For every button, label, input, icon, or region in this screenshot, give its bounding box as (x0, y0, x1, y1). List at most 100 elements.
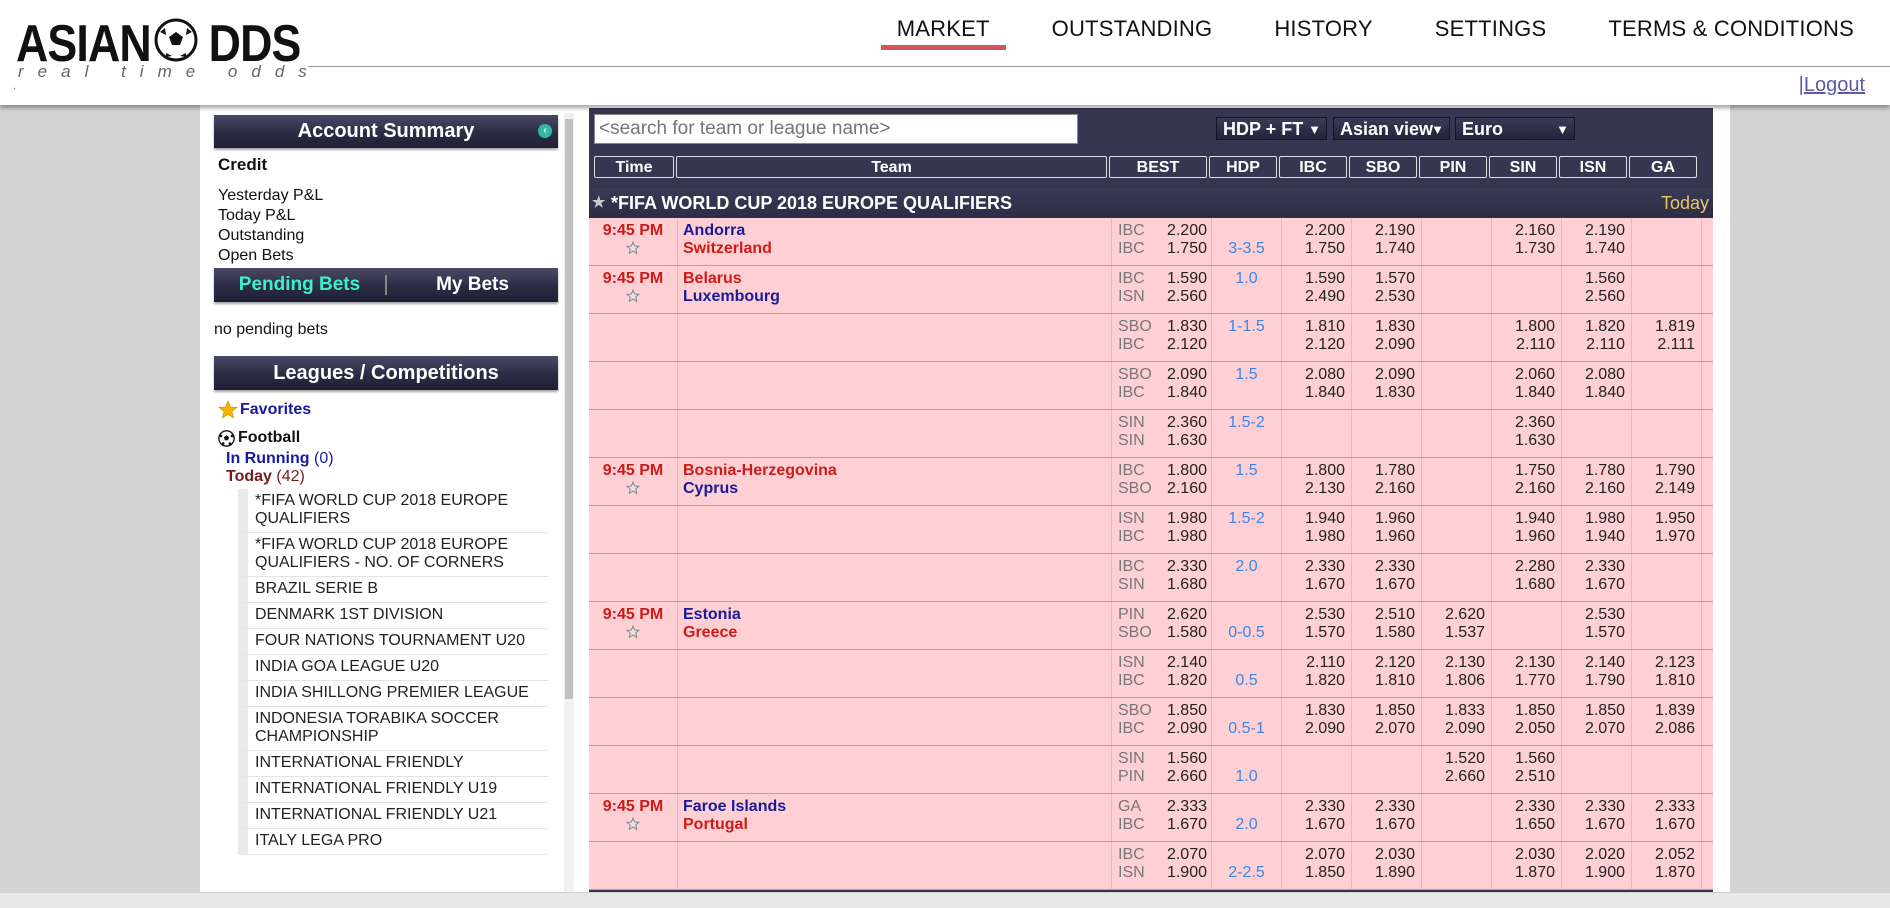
best-odds-value[interactable]: 2.090 (1167, 366, 1207, 384)
odds-value[interactable]: 2.360 (1492, 414, 1555, 432)
odds-value[interactable]: 1.833 (1422, 702, 1485, 720)
odds-value[interactable]: 2.200 (1282, 222, 1345, 240)
odds-value[interactable]: 1.580 (1352, 624, 1415, 642)
odds-value[interactable]: 2.560 (1562, 288, 1625, 306)
odds-value[interactable]: 2.330 (1282, 558, 1345, 576)
odds-value[interactable]: 2.660 (1422, 768, 1485, 786)
odds-value[interactable]: 1.890 (1352, 864, 1415, 882)
odds-value[interactable]: 1.670 (1352, 816, 1415, 834)
best-odds-value[interactable]: 2.140 (1167, 654, 1207, 672)
odds-value[interactable]: 1.830 (1282, 702, 1345, 720)
in-running-link[interactable]: In Running (0) (226, 450, 334, 468)
odds-value[interactable]: 2.620 (1422, 606, 1485, 624)
odds-value[interactable]: 2.530 (1352, 288, 1415, 306)
odds-value[interactable]: 1.670 (1352, 576, 1415, 594)
odds-value[interactable]: 2.190 (1352, 222, 1415, 240)
league-list-item[interactable]: FOUR NATIONS TOURNAMENT U20 (238, 629, 548, 655)
best-odds-value[interactable]: 1.980 (1167, 528, 1207, 546)
odds-value[interactable]: 1.960 (1492, 528, 1555, 546)
odds-value[interactable]: 2.190 (1562, 222, 1625, 240)
odds-value[interactable]: 2.333 (1632, 798, 1695, 816)
odds-value[interactable]: 1.800 (1492, 318, 1555, 336)
home-team-name[interactable]: Bosnia-Herzegovina (683, 462, 1111, 480)
odds-value[interactable]: 2.510 (1352, 606, 1415, 624)
odds-value[interactable]: 1.810 (1352, 672, 1415, 690)
column-header-pin[interactable]: PIN (1419, 156, 1487, 178)
odds-format-select[interactable]: Euro ▼ (1455, 117, 1575, 140)
odds-value[interactable]: 2.050 (1492, 720, 1555, 738)
nav-outstanding[interactable]: OUTSTANDING (1036, 14, 1229, 50)
best-odds-value[interactable]: 2.160 (1167, 480, 1207, 498)
odds-value[interactable]: 1.770 (1492, 672, 1555, 690)
asianodds-logo[interactable]: ASIAN DDS real time odds (16, 14, 307, 81)
league-list-item[interactable]: INTERNATIONAL FRIENDLY (238, 751, 548, 777)
odds-value[interactable]: 1.790 (1632, 462, 1695, 480)
odds-value[interactable]: 2.330 (1282, 798, 1345, 816)
league-list-item[interactable]: INDONESIA TORABIKA SOCCER CHAMPIONSHIP (238, 707, 548, 751)
odds-value[interactable]: 1.950 (1632, 510, 1695, 528)
home-team-name[interactable]: Estonia (683, 606, 1111, 624)
odds-value[interactable]: 1.840 (1492, 384, 1555, 402)
column-header-sbo[interactable]: SBO (1349, 156, 1417, 178)
odds-value[interactable]: 1.520 (1422, 750, 1485, 768)
odds-value[interactable]: 1.820 (1282, 672, 1345, 690)
odds-value[interactable]: 2.330 (1352, 558, 1415, 576)
best-odds-value[interactable]: 2.620 (1167, 606, 1207, 624)
odds-value[interactable]: 2.160 (1562, 480, 1625, 498)
best-odds-value[interactable]: 1.850 (1167, 702, 1207, 720)
column-header-time[interactable]: Time (594, 156, 674, 178)
league-list-item[interactable]: *FIFA WORLD CUP 2018 EUROPE QUALIFIERS (238, 489, 548, 533)
favorite-star-icon[interactable] (589, 480, 677, 500)
odds-value[interactable]: 2.111 (1632, 336, 1695, 354)
odds-value[interactable]: 1.650 (1492, 816, 1555, 834)
odds-value[interactable]: 1.850 (1352, 702, 1415, 720)
odds-value[interactable]: 1.830 (1352, 384, 1415, 402)
odds-value[interactable]: 1.900 (1562, 864, 1625, 882)
odds-value[interactable]: 1.780 (1562, 462, 1625, 480)
column-header-ibc[interactable]: IBC (1279, 156, 1347, 178)
odds-value[interactable]: 2.530 (1562, 606, 1625, 624)
odds-value[interactable]: 1.840 (1282, 384, 1345, 402)
odds-value[interactable]: 1.820 (1562, 318, 1625, 336)
best-odds-value[interactable]: 1.900 (1167, 864, 1207, 882)
odds-value[interactable]: 2.052 (1632, 846, 1695, 864)
odds-value[interactable]: 1.810 (1282, 318, 1345, 336)
odds-value[interactable]: 1.870 (1632, 864, 1695, 882)
odds-value[interactable]: 2.123 (1632, 654, 1695, 672)
odds-value[interactable]: 2.160 (1352, 480, 1415, 498)
collapse-arrow-icon[interactable]: ‹ (538, 124, 552, 138)
odds-value[interactable]: 2.020 (1562, 846, 1625, 864)
best-odds-value[interactable]: 2.560 (1167, 288, 1207, 306)
nav-history[interactable]: HISTORY (1258, 14, 1388, 50)
column-header-ga[interactable]: GA (1629, 156, 1697, 178)
scrollbar-thumb[interactable] (565, 119, 573, 699)
tab-my-bets[interactable]: My Bets (387, 268, 558, 302)
odds-value[interactable]: 2.280 (1492, 558, 1555, 576)
odds-value[interactable]: 2.130 (1282, 480, 1345, 498)
odds-value[interactable]: 1.570 (1282, 624, 1345, 642)
odds-value[interactable]: 1.560 (1492, 750, 1555, 768)
nav-settings[interactable]: SETTINGS (1419, 14, 1563, 50)
away-team-name[interactable]: Portugal (683, 816, 1111, 834)
best-odds-value[interactable]: 2.660 (1167, 768, 1207, 786)
odds-value[interactable]: 1.870 (1492, 864, 1555, 882)
today-link[interactable]: Today (42) (226, 468, 305, 486)
odds-value[interactable]: 2.070 (1352, 720, 1415, 738)
tab-pending-bets[interactable]: Pending Bets (214, 268, 385, 302)
league-list-item[interactable]: INTERNATIONAL FRIENDLY U19 (238, 777, 548, 803)
odds-value[interactable]: 2.530 (1282, 606, 1345, 624)
best-odds-value[interactable]: 2.070 (1167, 846, 1207, 864)
odds-value[interactable]: 1.680 (1492, 576, 1555, 594)
odds-value[interactable]: 1.790 (1562, 672, 1625, 690)
odds-value[interactable]: 1.960 (1352, 528, 1415, 546)
favorite-star-icon[interactable] (589, 624, 677, 644)
best-odds-value[interactable]: 2.330 (1167, 558, 1207, 576)
odds-value[interactable]: 1.560 (1562, 270, 1625, 288)
odds-value[interactable]: 2.110 (1492, 336, 1555, 354)
odds-value[interactable]: 2.110 (1562, 336, 1625, 354)
league-list-item[interactable]: ITALY LEGA PRO (238, 829, 548, 855)
league-list-item[interactable]: BRAZIL SERIE B (238, 577, 548, 603)
odds-value[interactable]: 2.110 (1282, 654, 1345, 672)
away-team-name[interactable]: Cyprus (683, 480, 1111, 498)
home-team-name[interactable]: Andorra (683, 222, 1111, 240)
